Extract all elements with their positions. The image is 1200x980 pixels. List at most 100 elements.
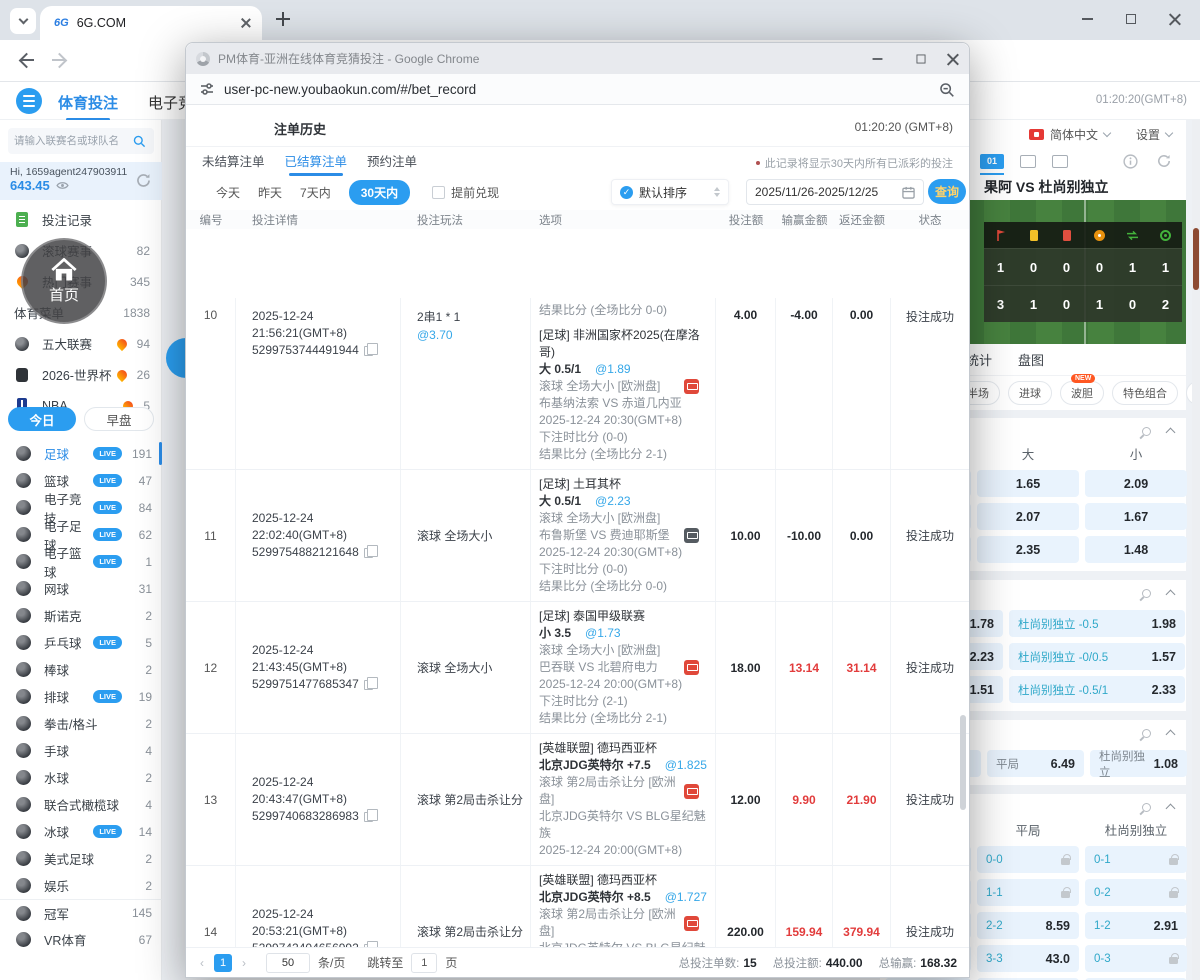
collapse-icon[interactable] [1165, 729, 1176, 740]
tab-today[interactable]: 今日 [8, 407, 76, 431]
sport-list-item[interactable]: 美式足球 2 [0, 845, 162, 872]
settings-selector[interactable]: 设置 [1136, 126, 1174, 143]
collapse-icon[interactable] [1165, 803, 1176, 814]
tab-camera-icon[interactable] [1052, 154, 1068, 168]
site-menu-button[interactable] [16, 88, 42, 114]
popup-minimize-button[interactable] [861, 43, 893, 74]
search-input[interactable] [14, 135, 132, 147]
sidebar-menu-item[interactable]: 2026-世界杯 26 [0, 359, 162, 390]
search-icon[interactable] [132, 134, 146, 148]
sport-list-item[interactable]: 棒球 2 [0, 656, 162, 683]
draw-score-button[interactable]: 0-0 [977, 846, 1079, 873]
pin-icon[interactable] [1140, 586, 1153, 600]
league-search-box[interactable] [8, 128, 154, 154]
collapse-icon[interactable] [1165, 427, 1176, 438]
copy-icon[interactable] [363, 343, 378, 356]
quick-filter-button[interactable]: 昨天 [258, 184, 282, 201]
live-match-icon[interactable] [684, 783, 699, 799]
market-pill[interactable]: 进球 [1008, 381, 1052, 405]
away-odds-button[interactable]: 杜尚别独立 -0/0.5 1.57 [1009, 643, 1185, 670]
sidebar-menu-item[interactable]: 五大联赛 94 [0, 328, 162, 359]
record-tab[interactable]: 预约注单 [367, 151, 417, 176]
over-odds-button[interactable]: 2.35 [977, 536, 1079, 563]
copy-icon[interactable] [363, 809, 378, 822]
tab-search-button[interactable] [10, 8, 36, 34]
sidebar-menu-item[interactable]: 投注记录 [0, 204, 162, 235]
market-pill[interactable]: 波胆 NEW [1060, 374, 1104, 405]
quick-filter-button[interactable]: 今天 [216, 184, 240, 201]
popup-scrollbar-thumb[interactable] [960, 715, 966, 810]
back-icon[interactable] [18, 52, 34, 68]
zoom-out-icon[interactable] [938, 81, 955, 98]
sport-list-item[interactable]: 电子篮球 LIVE 1 [0, 547, 162, 580]
sport-list-item[interactable]: 手球 4 [0, 737, 162, 764]
date-range-picker[interactable]: 2025/11/26-2025/12/25 [746, 179, 924, 205]
under-odds-button[interactable]: 2.09 [1085, 470, 1187, 497]
away-score-button[interactable]: 1-2 2.91 [1085, 912, 1187, 939]
popup-close-button[interactable] [937, 43, 969, 74]
refresh-icon[interactable] [1156, 153, 1172, 169]
cashout-checkbox-row[interactable]: 提前兑现 [432, 184, 499, 201]
sport-list-item[interactable]: 乒乓球 LIVE 5 [0, 629, 162, 656]
scrollbar-thumb[interactable] [1193, 228, 1199, 290]
page-scrollbar[interactable] [1192, 120, 1200, 980]
popup-address-bar[interactable]: user-pc-new.youbaokun.com/#/bet_record [186, 74, 969, 105]
under-odds-button[interactable]: 1.48 [1085, 536, 1187, 563]
away-score-button[interactable]: 0-3 [1085, 945, 1187, 972]
sport-list-item[interactable]: 水球 2 [0, 764, 162, 791]
sport-list-item[interactable]: 斯诺克 2 [0, 602, 162, 629]
language-selector[interactable]: 简体中文 [1028, 126, 1112, 143]
away-score-button[interactable]: 0-2 [1085, 879, 1187, 906]
away-score-button[interactable]: 0-1 [1085, 846, 1187, 873]
sport-list-item[interactable]: 足球 LIVE 191 [0, 440, 162, 467]
window-maximize-button[interactable] [1114, 0, 1148, 38]
refresh-balance-icon[interactable] [135, 172, 152, 189]
over-odds-button[interactable]: 2.07 [977, 503, 1079, 530]
match-stats-icon[interactable] [684, 528, 699, 543]
live-match-icon[interactable] [684, 660, 699, 675]
sport-list-item[interactable]: 网球 31 [0, 575, 162, 602]
sport-list-item[interactable]: 排球 LIVE 19 [0, 683, 162, 710]
quick-filter-button[interactable]: 30天内 [348, 179, 411, 205]
pin-icon[interactable] [1140, 726, 1153, 740]
nav-sports-tab[interactable]: 体育投注 [58, 92, 118, 121]
copy-icon[interactable] [363, 545, 378, 558]
under-odds-button[interactable]: 1.67 [1085, 503, 1187, 530]
window-minimize-button[interactable] [1070, 0, 1104, 38]
over-odds-button[interactable]: 1.65 [977, 470, 1079, 497]
collapse-icon[interactable] [1165, 589, 1176, 600]
record-tab[interactable]: 未结算注单 [202, 151, 265, 176]
sort-select[interactable]: ✓ 默认排序 [611, 179, 729, 205]
draw-score-button[interactable]: 3-3 43.0 [977, 945, 1079, 972]
draw-score-button[interactable]: 1-1 [977, 879, 1079, 906]
pin-icon[interactable] [1140, 424, 1153, 438]
market-pill[interactable]: 特色组合 [1112, 381, 1178, 405]
eye-icon[interactable] [56, 181, 69, 190]
search-button[interactable]: 查询 [928, 179, 966, 204]
popup-maximize-button[interactable] [905, 43, 937, 74]
sport-list-item[interactable]: 拳击/格斗 2 [0, 710, 162, 737]
copy-icon[interactable] [363, 677, 378, 690]
away-odds-button[interactable]: 杜尚别独立 1.08 [1090, 750, 1187, 779]
browser-tab[interactable]: 6G 6G.COM [40, 6, 262, 40]
live-match-icon[interactable] [684, 915, 699, 931]
sport-list-item[interactable]: VR体育 67 [0, 926, 162, 953]
tab-early-market[interactable]: 早盘 [84, 407, 154, 431]
draw-score-button[interactable]: 2-2 8.59 [977, 912, 1079, 939]
quick-filter-button[interactable]: 7天内 [300, 184, 331, 201]
away-odds-button[interactable]: 杜尚别独立 -0.5 1.98 [1009, 610, 1185, 637]
page-size-input[interactable] [266, 952, 310, 973]
sport-list-item[interactable]: 联合式橄榄球 4 [0, 791, 162, 818]
info-icon[interactable] [1123, 153, 1138, 169]
stat-tab[interactable]: 盘图 [1018, 350, 1044, 369]
record-tab[interactable]: 已结算注单 [285, 151, 347, 176]
prev-page-button[interactable]: ‹ [198, 956, 206, 970]
window-close-button[interactable] [1158, 0, 1192, 38]
checkbox-icon[interactable] [432, 185, 446, 199]
pin-icon[interactable] [1140, 800, 1153, 814]
page-number-button[interactable]: 1 [214, 953, 232, 972]
draw-odds-button[interactable]: 平局 6.49 [987, 750, 1084, 777]
next-page-button[interactable]: › [240, 956, 248, 970]
sport-list-item[interactable]: 冰球 LIVE 14 [0, 818, 162, 845]
forward-icon[interactable] [52, 52, 68, 68]
